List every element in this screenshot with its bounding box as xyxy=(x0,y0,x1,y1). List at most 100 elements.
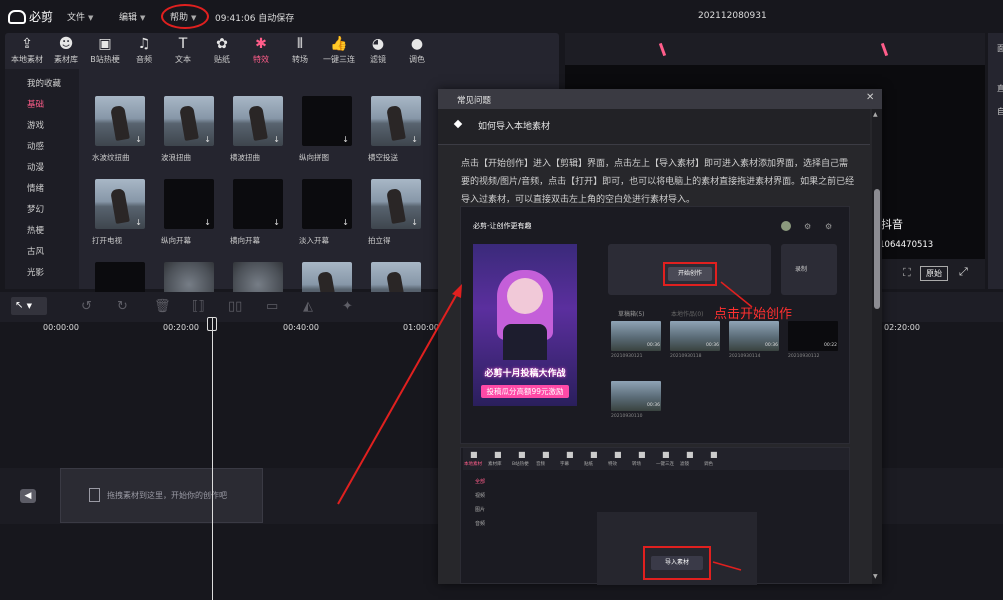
effect-thumbnail[interactable]: ↓ xyxy=(233,96,283,146)
dialog-scroll-thumb[interactable] xyxy=(874,189,880,309)
download-icon[interactable]: ↓ xyxy=(135,218,142,227)
category-item[interactable]: 游戏 xyxy=(27,119,44,131)
dialog-scrollbar[interactable] xyxy=(872,109,882,584)
draft-name: 20210930121 xyxy=(611,354,643,359)
category-item[interactable]: 热梗 xyxy=(27,224,44,236)
download-icon[interactable]: ↓ xyxy=(411,218,418,227)
effect-thumbnail[interactable]: ↓ xyxy=(371,179,421,229)
tool-palette[interactable]: ◕ 滤镜 xyxy=(359,36,397,65)
download-icon[interactable]: ↓ xyxy=(342,135,349,144)
tool-thumbs-up[interactable]: 👍 一键三连 xyxy=(320,36,358,65)
ruler-tick-label: 02:20:00 xyxy=(884,323,920,332)
download-icon[interactable]: ↓ xyxy=(342,218,349,227)
delete-icon[interactable]: 🗑 xyxy=(154,299,171,314)
menu-edit[interactable]: 编辑 ▼ xyxy=(119,10,145,23)
undo-icon[interactable]: ↺ xyxy=(81,299,92,314)
tool-label: 转场 xyxy=(292,55,308,64)
poster-character-face xyxy=(507,278,543,314)
effect-thumbnail[interactable]: ↓ xyxy=(302,179,352,229)
effect-thumbnail[interactable]: ↓ xyxy=(371,96,421,146)
cursor-icon: ↖ xyxy=(15,300,24,311)
tool-transition[interactable]: ⦀ 转场 xyxy=(281,36,319,65)
menu-file[interactable]: 文件 ▼ xyxy=(67,10,93,23)
download-icon[interactable]: ↓ xyxy=(135,135,142,144)
tool-color[interactable]: ● 调色 xyxy=(398,36,436,65)
faq-dialog: 常见问题 ✕ 如何导入本地素材 点击【开始创作】进入【剪辑】界面，点击左上【导入… xyxy=(438,89,882,585)
effect-thumbnail[interactable]: ↓ xyxy=(95,179,145,229)
watermark-text: 抖音 xyxy=(881,218,904,231)
tool-label: 贴纸 xyxy=(214,55,230,64)
effect-thumbnail[interactable]: ↓ xyxy=(233,179,283,229)
shot2-tool-icon: ■ xyxy=(638,450,646,459)
properties-label: 直 xyxy=(997,84,1003,93)
ratio-button[interactable]: 原始 xyxy=(920,266,948,281)
shot2-category: 图片 xyxy=(475,507,486,513)
tutorial-screenshot-home: 必剪-让创作更有趣 ⚙ ⚙ 必剪十月投稿大作战 投稿瓜分高额99元激励 开始创作… xyxy=(460,206,850,444)
playhead[interactable] xyxy=(212,318,213,600)
shot2-tool-icon: ■ xyxy=(566,450,574,459)
crop-icon[interactable]: ⛶ xyxy=(903,266,911,280)
tool-face[interactable]: ☻ 素材库 xyxy=(47,36,85,65)
tool-effects[interactable]: ✱ 特效 xyxy=(242,36,280,65)
redo-icon[interactable]: ↻ xyxy=(117,299,128,314)
category-item[interactable]: 光影 xyxy=(27,266,44,278)
download-icon[interactable]: ↓ xyxy=(411,135,418,144)
freeze-icon[interactable]: ▯▯ xyxy=(228,299,242,314)
category-item[interactable]: 梦幻 xyxy=(27,203,44,215)
preview-marker xyxy=(880,42,889,57)
tool-label: 音频 xyxy=(136,55,152,64)
shot2-tool-label: 一键三连 xyxy=(656,462,674,467)
select-tool[interactable]: ↖ ▼ xyxy=(11,297,47,315)
effect-thumbnail[interactable]: ↓ xyxy=(164,96,214,146)
category-item[interactable]: 古风 xyxy=(27,245,44,257)
start-create-button: 开始创作 xyxy=(668,267,712,281)
color-icon: ● xyxy=(410,36,424,52)
category-item[interactable]: 我的收藏 xyxy=(27,77,61,89)
tool-upload[interactable]: ⇪ 本地素材 xyxy=(8,36,46,65)
annotation-arrow xyxy=(720,281,753,308)
tool-tv[interactable]: ▣ B站热梗 xyxy=(86,36,124,65)
category-item[interactable]: 情绪 xyxy=(27,182,44,194)
category-item[interactable]: 动漫 xyxy=(27,161,44,173)
crop-tl-icon[interactable]: ▭ xyxy=(266,299,278,314)
tool-label: 特效 xyxy=(253,55,269,64)
annotation-arrow-2 xyxy=(712,561,742,571)
mirror-icon[interactable]: ◭ xyxy=(303,299,313,314)
effect-thumbnail[interactable]: ↓ xyxy=(164,179,214,229)
volume-icon[interactable]: ◀ xyxy=(20,489,36,503)
tool-label: 文本 xyxy=(175,55,191,64)
effect-thumbnail[interactable]: ↓ xyxy=(95,96,145,146)
watermark-id-text: 1064470513 xyxy=(879,240,934,250)
menu-file-label: 文件 xyxy=(67,13,86,23)
effect-label: 横波扭曲 xyxy=(230,153,260,162)
tool-music[interactable]: ♫ 音频 xyxy=(125,36,163,65)
close-icon[interactable]: ✕ xyxy=(866,92,874,103)
question-text: 如何导入本地素材 xyxy=(478,122,551,132)
scroll-up-icon[interactable]: ▲ xyxy=(873,111,878,118)
fullscreen-icon[interactable]: ⤢ xyxy=(959,265,968,279)
preview-marker xyxy=(658,42,667,57)
effect-thumbnail[interactable]: ↓ xyxy=(302,96,352,146)
category-item[interactable]: 动感 xyxy=(27,140,44,152)
tool-label: B站热梗 xyxy=(90,55,120,64)
category-list: 我的收藏基础游戏动感动漫情绪梦幻热梗古风光影 xyxy=(5,69,79,289)
download-icon[interactable]: ↓ xyxy=(273,135,280,144)
tool-sticker[interactable]: ✿ 贴纸 xyxy=(203,36,241,65)
tab-works: 本地作品(0) xyxy=(671,311,704,318)
tool-label: 素材库 xyxy=(54,55,78,64)
shot2-tool-label: 调色 xyxy=(704,462,713,467)
category-item[interactable]: 基础 xyxy=(27,98,44,110)
download-icon[interactable]: ↓ xyxy=(204,218,211,227)
properties-label: 自 xyxy=(997,107,1003,116)
shot-header: 必剪-让创作更有趣 xyxy=(473,222,532,230)
draft-name: 20210930114 xyxy=(729,354,761,359)
effect-label: 打开电视 xyxy=(92,236,122,245)
draft-duration: 00:36 xyxy=(647,403,660,408)
scroll-down-icon[interactable]: ▼ xyxy=(873,573,878,580)
shot2-tool-label: 滤镜 xyxy=(680,462,689,467)
download-icon[interactable]: ↓ xyxy=(204,135,211,144)
download-icon[interactable]: ↓ xyxy=(273,218,280,227)
split-icon[interactable]: ⟦⟧ xyxy=(192,299,205,314)
poster-title: 必剪十月投稿大作战 xyxy=(484,369,566,379)
tool-text[interactable]: T 文本 xyxy=(164,36,202,65)
